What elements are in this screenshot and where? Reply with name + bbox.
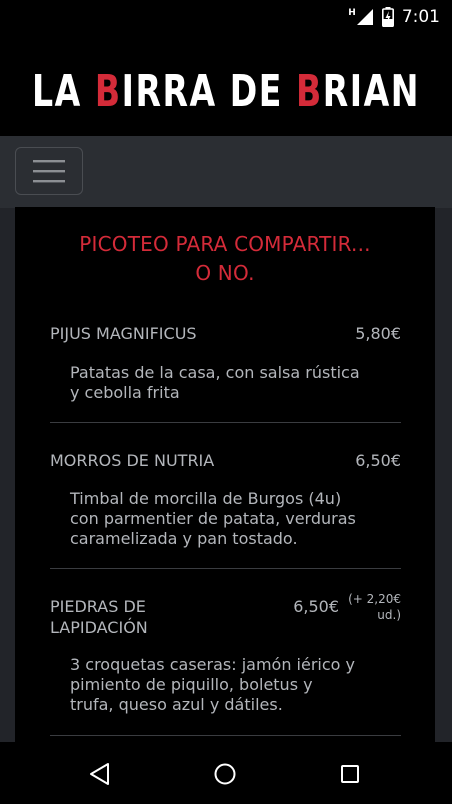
menu-section: PICOTEO PARA COMPARTIR... O NO. PIJUS MA… <box>15 207 435 747</box>
item-name-line: PIEDRAS DE <box>50 597 146 616</box>
item-description: Timbal de morcilla de Burgos (4u) con pa… <box>70 489 390 549</box>
item-price-extra-line: ud.) <box>377 608 401 622</box>
item-description-line: con parmentier de patata, verduras <box>70 509 356 528</box>
home-icon <box>214 763 236 785</box>
item-description-line: pimiento de piquillo, boletus y <box>70 675 313 694</box>
item-name-line: LAPIDACIÓN <box>50 618 148 637</box>
item-price: 6,50€ <box>355 451 401 470</box>
network-type-label: H <box>348 8 356 18</box>
recents-button[interactable] <box>334 758 366 790</box>
item-description-line: Timbal de morcilla de Burgos (4u) <box>70 489 342 508</box>
item-divider <box>50 735 401 736</box>
site-logo[interactable]: LA BIRRA DE BRIAN <box>0 34 452 136</box>
home-button[interactable] <box>209 758 241 790</box>
item-divider <box>50 568 401 569</box>
svg-text:LA BIRRA DE BRIAN: LA BIRRA DE BRIAN <box>32 66 420 117</box>
back-icon <box>90 763 109 785</box>
item-price-extra-line: (+ 2,20€ <box>348 592 401 606</box>
item-price: 6,50€ <box>293 597 339 616</box>
signal-icon <box>356 9 373 25</box>
menu-item: PIEDRAS DE LAPIDACIÓN 6,50€ (+ 2,20€ ud.… <box>50 592 401 716</box>
back-button[interactable] <box>84 758 116 790</box>
battery-charging-icon <box>381 7 394 27</box>
item-description: Patatas de la casa, con salsa rústica y … <box>70 363 390 403</box>
item-description-line: y cebolla frita <box>70 383 180 402</box>
menu-item: PIJUS MAGNIFICUS 5,80€ Patatas de la cas… <box>50 323 401 403</box>
status-icons: H 7:01 <box>348 7 440 27</box>
status-time: 7:01 <box>401 7 440 27</box>
item-description-line: 3 croquetas caseras: jamón iérico y <box>70 655 355 674</box>
section-title-line: PICOTEO PARA COMPARTIR... <box>79 232 371 256</box>
item-price-extra: (+ 2,20€ ud.) <box>348 591 401 623</box>
menu-toggle-button[interactable] <box>15 147 83 195</box>
item-price: 5,80€ <box>355 324 401 343</box>
section-title: PICOTEO PARA COMPARTIR... O NO. <box>15 230 435 288</box>
recents-icon <box>341 765 359 783</box>
status-bar: H 7:01 <box>0 0 452 34</box>
system-nav-bar <box>0 742 452 804</box>
item-name: PIJUS MAGNIFICUS <box>50 324 197 343</box>
item-description-line: Patatas de la casa, con salsa rústica <box>70 363 360 382</box>
item-description-line: caramelizada y pan tostado. <box>70 529 298 548</box>
section-title-line: O NO. <box>195 261 255 285</box>
item-description-line: trufa, queso azul y dátiles. <box>70 695 283 714</box>
hamburger-menu-icon <box>33 160 65 183</box>
item-name: PIEDRAS DE LAPIDACIÓN <box>50 596 148 638</box>
navbar <box>0 136 452 208</box>
item-divider <box>50 422 401 423</box>
item-name: MORROS DE NUTRIA <box>50 451 215 470</box>
item-description: 3 croquetas caseras: jamón iérico y pimi… <box>70 655 390 715</box>
menu-item: MORROS DE NUTRIA 6,50€ Timbal de morcill… <box>50 450 401 550</box>
site-header: LA BIRRA DE BRIAN <box>0 34 452 136</box>
